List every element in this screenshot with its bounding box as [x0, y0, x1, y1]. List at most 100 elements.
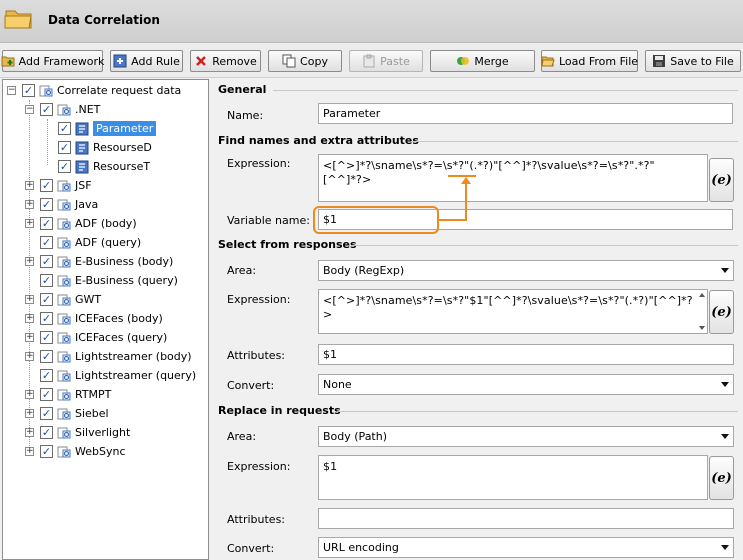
checkbox[interactable]: ✓	[40, 103, 53, 116]
tree-item-framework[interactable]: + ✓ Silverlight	[3, 423, 208, 442]
replace-convert-dropdown[interactable]: URL encoding	[318, 537, 734, 558]
checkbox[interactable]: ✓	[40, 293, 53, 306]
tree-item-framework[interactable]: + ✓ ICEFaces (query)	[3, 328, 208, 347]
divider	[273, 90, 738, 91]
expand-icon[interactable]: +	[25, 428, 34, 437]
expand-icon[interactable]: +	[25, 333, 34, 342]
checkbox[interactable]: ✓	[40, 350, 53, 363]
tree-item-framework[interactable]: + ✓ Java	[3, 195, 208, 214]
framework-icon	[57, 198, 71, 212]
tree-item-framework[interactable]: ✓ E-Business (query)	[3, 271, 208, 290]
checkbox[interactable]: ✓	[40, 312, 53, 325]
expand-icon[interactable]: +	[25, 295, 34, 304]
tree-item-framework[interactable]: + ✓ ADF (body)	[3, 214, 208, 233]
select-attributes-label: Attributes:	[227, 349, 286, 362]
framework-icon	[57, 236, 71, 250]
framework-icon	[57, 103, 71, 117]
tree-item-framework[interactable]: + ✓ WebSync	[3, 442, 208, 461]
paste-button[interactable]: Paste	[349, 50, 423, 72]
tree-item-framework[interactable]: + ✓ JSF	[3, 176, 208, 195]
tree-item-framework[interactable]: + ✓ Lightstreamer (body)	[3, 347, 208, 366]
tree-item-rule[interactable]: ✓ ResourseT	[3, 157, 208, 176]
checkbox[interactable]: ✓	[40, 198, 53, 211]
tree-item-label: GWT	[75, 293, 102, 306]
select-expression-field[interactable]: <[^>]*?\sname\s*?=\s*?"$1"[^^]*?\svalue\…	[318, 289, 708, 334]
add-framework-button[interactable]: Add Framework	[1, 50, 104, 72]
tree-item-net[interactable]: − ✓ .NET	[3, 100, 208, 119]
select-convert-dropdown[interactable]: None	[318, 374, 734, 395]
expand-icon[interactable]: +	[25, 257, 34, 266]
rule-icon	[75, 141, 89, 155]
tree-item-label: ICEFaces (query)	[75, 331, 168, 344]
checkbox[interactable]: ✓	[40, 407, 53, 420]
replace-attributes-field[interactable]	[318, 508, 734, 529]
checkbox[interactable]: ✓	[40, 445, 53, 458]
select-area-dropdown[interactable]: Body (RegExp)	[318, 260, 734, 281]
checkbox[interactable]: ✓	[40, 217, 53, 230]
checkbox[interactable]: ✓	[40, 426, 53, 439]
divider	[337, 411, 738, 412]
replace-area-label: Area:	[227, 430, 257, 443]
checkbox[interactable]: ✓	[58, 160, 71, 173]
checkbox[interactable]: ✓	[40, 179, 53, 192]
collapse-icon[interactable]: −	[7, 86, 16, 95]
checkbox[interactable]: ✓	[40, 274, 53, 287]
scroll-up-icon[interactable]	[699, 293, 705, 297]
delete-x-icon	[194, 54, 208, 68]
tree-item-framework[interactable]: + ✓ RTMPT	[3, 385, 208, 404]
name-field[interactable]: Parameter	[318, 103, 733, 124]
remove-button[interactable]: Remove	[190, 50, 261, 72]
expand-icon[interactable]: +	[25, 314, 34, 323]
collapse-icon[interactable]: −	[25, 105, 34, 114]
checkbox[interactable]: ✓	[40, 255, 53, 268]
checkbox[interactable]: ✓	[40, 331, 53, 344]
expression-capture-group: (.*?)	[469, 159, 494, 172]
copy-button[interactable]: Copy	[268, 50, 342, 72]
expand-icon[interactable]: +	[25, 390, 34, 399]
replace-expression-field[interactable]: $1	[318, 455, 708, 500]
save-to-file-label: Save to File	[670, 54, 734, 68]
expand-icon[interactable]: +	[25, 200, 34, 209]
tree-item-rule[interactable]: ✓ Parameter	[3, 119, 208, 138]
checkbox[interactable]: ✓	[58, 141, 71, 154]
load-from-file-button[interactable]: Load From File	[541, 50, 638, 72]
tree-item-framework[interactable]: + ✓ GWT	[3, 290, 208, 309]
expand-icon[interactable]: +	[25, 409, 34, 418]
find-expression-field[interactable]: <[^>]*?\sname\s*?=\s*?"(.*?)"[^^]*?\sval…	[318, 154, 708, 202]
correlation-tree[interactable]: − ✓ Correlate request data − ✓ .NET ✓ Parameter…	[2, 79, 209, 560]
chevron-down-icon	[721, 434, 729, 439]
chevron-down-icon	[721, 268, 729, 273]
select-heading: Select from responses	[218, 238, 357, 251]
framework-icon	[57, 312, 71, 326]
find-expression-editor-button[interactable]: (e)	[709, 158, 734, 202]
framework-icon	[57, 217, 71, 231]
replace-area-dropdown[interactable]: Body (Path)	[318, 426, 734, 447]
checkbox[interactable]: ✓	[40, 369, 53, 382]
rule-properties-panel: General Name: Parameter Find names and e…	[211, 79, 743, 560]
tree-item-framework[interactable]: + ✓ Siebel	[3, 404, 208, 423]
replace-expression-editor-button[interactable]: (e)	[709, 456, 734, 500]
checkbox[interactable]: ✓	[58, 122, 71, 135]
tree-item-rule[interactable]: ✓ ResourseD	[3, 138, 208, 157]
checkbox[interactable]: ✓	[40, 236, 53, 249]
tree-item-label: E-Business (body)	[75, 255, 174, 268]
scroll-down-icon[interactable]	[699, 326, 705, 330]
tree-item-framework[interactable]: ✓ Lightstreamer (query)	[3, 366, 208, 385]
rule-add-icon	[113, 54, 127, 68]
checkbox[interactable]: ✓	[22, 84, 35, 97]
tree-item-framework[interactable]: + ✓ ICEFaces (body)	[3, 309, 208, 328]
checkbox[interactable]: ✓	[40, 388, 53, 401]
tree-item-framework[interactable]: + ✓ E-Business (body)	[3, 252, 208, 271]
tree-item-framework[interactable]: ✓ ADF (query)	[3, 233, 208, 252]
expand-icon[interactable]: +	[25, 352, 34, 361]
save-to-file-button[interactable]: Save to File	[645, 50, 741, 72]
expression-prefix: <[^>]*?\sname\s*?=\s*?"	[323, 159, 470, 172]
expand-icon[interactable]: +	[25, 447, 34, 456]
merge-button[interactable]: Merge	[430, 50, 535, 72]
add-rule-button[interactable]: Add Rule	[110, 50, 183, 72]
tree-item-root[interactable]: − ✓ Correlate request data	[3, 81, 208, 100]
expand-icon[interactable]: +	[25, 219, 34, 228]
select-attributes-field[interactable]: $1	[318, 344, 734, 365]
expand-icon[interactable]: +	[25, 181, 34, 190]
select-expression-editor-button[interactable]: (e)	[709, 290, 734, 334]
